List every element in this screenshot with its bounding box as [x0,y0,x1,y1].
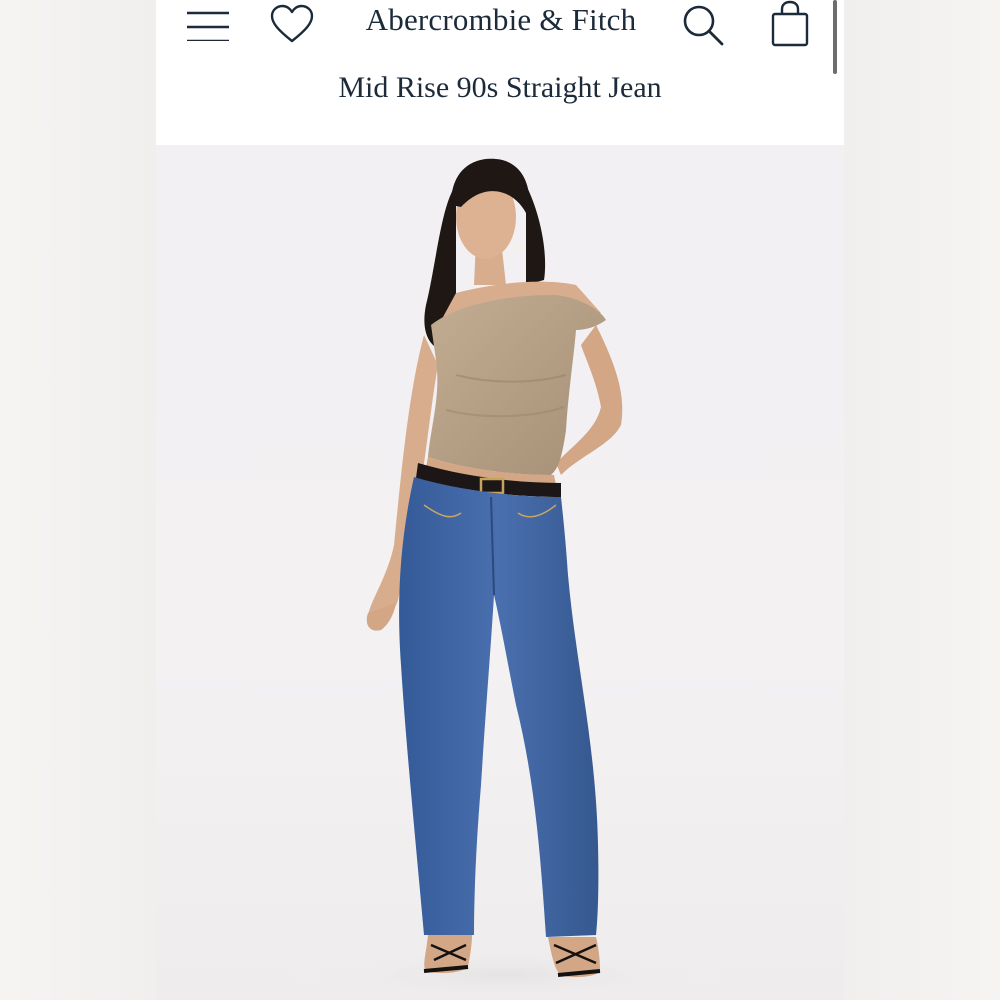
model-illustration [286,158,726,1000]
heart-icon [270,4,314,43]
background-left [0,0,156,1000]
product-image[interactable] [156,145,844,1000]
hamburger-menu-icon [187,11,229,41]
shopping-bag-icon [771,0,809,47]
wishlist-button[interactable] [268,2,316,46]
search-icon [683,5,724,46]
search-button[interactable] [680,2,726,48]
product-title: Mid Rise 90s Straight Jean [338,71,662,104]
scrollbar-thumb[interactable] [833,0,837,74]
app-screen: Abercrombie & Fitch Mid Rise 90s Straigh… [156,0,844,1000]
brand-logo[interactable]: Abercrombie & Fitch [336,0,666,40]
background-right [844,0,1000,1000]
hamburger-menu-button[interactable] [182,4,234,44]
site-header: Abercrombie & Fitch Mid Rise 90s Straigh… [156,0,844,145]
shopping-bag-button[interactable] [768,0,812,48]
